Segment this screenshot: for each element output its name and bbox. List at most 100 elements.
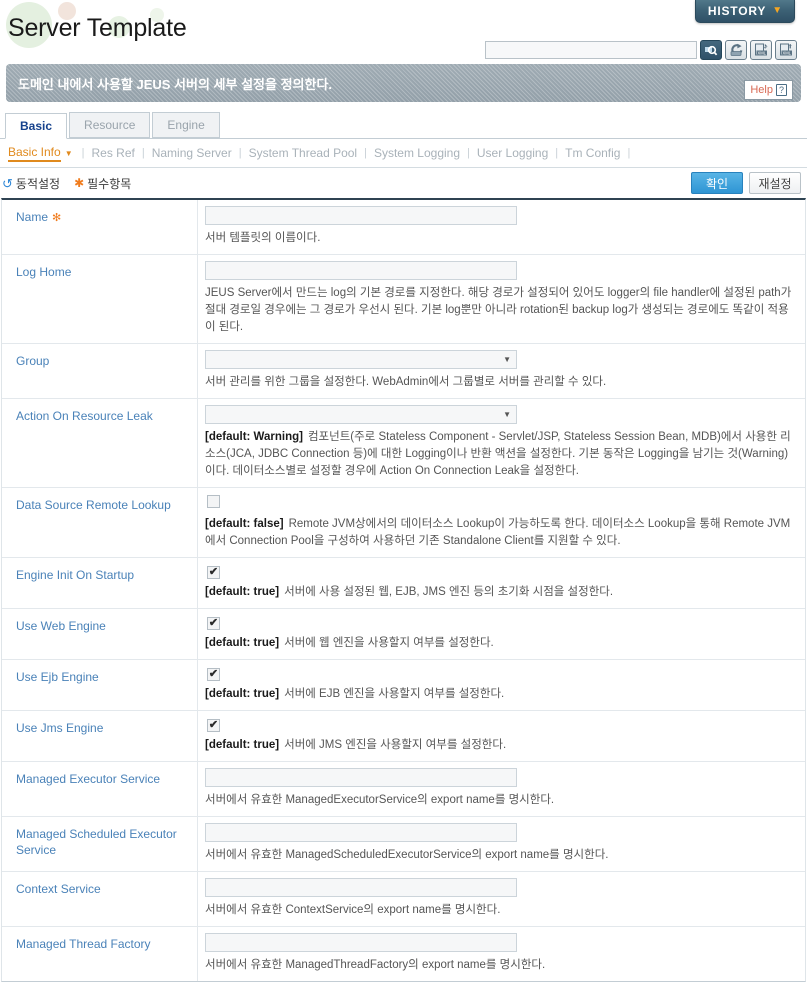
field-description-text: 서버에서 유효한 ManagedScheduledExecutorService… [205, 849, 609, 861]
field-cell: JEUS Server에서 만드는 log의 기본 경로를 지정한다. 해당 경… [198, 255, 805, 343]
asterisk-icon: ✱ [74, 176, 85, 190]
select-group[interactable]: ▼ [205, 350, 517, 369]
field-description-text: 서버에 웹 엔진을 사용할지 여부를 설정한다. [284, 637, 494, 649]
history-button[interactable]: HISTORY ▼ [695, 0, 795, 23]
toolbar: XML XML [485, 40, 797, 60]
subtab-separator: | [467, 147, 470, 159]
subtab-system-thread-pool[interactable]: System Thread Pool [249, 146, 358, 160]
field-default-value: [default: true] [205, 586, 280, 598]
field-label-engine-init-on-startup: Engine Init On Startup [2, 558, 198, 608]
field-label-text: Action On Resource Leak [16, 409, 153, 423]
input-name[interactable] [205, 206, 517, 225]
history-button-label: HISTORY [707, 4, 767, 18]
field-label-use-jms-engine: Use Jms Engine [2, 711, 198, 761]
field-cell: 서버에서 유효한 ManagedExecutorService의 export … [198, 762, 805, 816]
help-button[interactable]: Help ? [744, 80, 793, 100]
field-description: JEUS Server에서 만드는 log의 기본 경로를 지정한다. 해당 경… [205, 285, 795, 336]
checkbox-use-ejb-engine[interactable]: ✔ [207, 668, 220, 681]
field-description-text: Remote JVM상에서의 데이터소스 Lookup이 가능하도록 한다. 데… [205, 518, 791, 547]
reset-button[interactable]: 재설정 [749, 172, 801, 194]
xml-import-button[interactable]: XML [750, 40, 772, 60]
reload-icon [729, 43, 744, 57]
tab-basic[interactable]: Basic [5, 113, 68, 139]
checkbox-engine-init-on-startup[interactable]: ✔ [207, 566, 220, 579]
chevron-down-icon: ▼ [503, 355, 511, 364]
form-row: Data Source Remote Lookup [default: false… [2, 488, 805, 558]
field-label-group: Group [2, 344, 198, 398]
subtab-naming-server[interactable]: Naming Server [152, 146, 232, 160]
field-label-text: Engine Init On Startup [16, 568, 135, 582]
xml-import-icon: XML [754, 43, 769, 57]
subtab-basic-info[interactable]: Basic Info [8, 145, 61, 162]
input-managed-thread-factory[interactable] [205, 933, 517, 952]
field-label-name: Name ✻ [2, 200, 198, 254]
tab-resource-label: Resource [84, 118, 136, 132]
form-actions: 확인 재설정 [691, 172, 801, 194]
field-label-text: Use Web Engine [16, 619, 106, 633]
main-tabs: Basic Resource Engine [0, 112, 807, 139]
field-description: [default: true] 서버에 JMS 엔진을 사용할지 여부를 설정한다… [205, 737, 795, 754]
tab-engine[interactable]: Engine [152, 112, 220, 138]
field-label-managed-thread-factory: Managed Thread Factory [2, 927, 198, 981]
search-input[interactable] [485, 41, 697, 59]
legend-required-label: 필수항목 [87, 176, 132, 191]
field-description: 서버에서 유효한 ManagedThreadFactory의 export na… [205, 957, 795, 974]
settings-form-table: Name ✻ 서버 템플릿의 이름이다. Log Home JEUS Server에서 … [1, 198, 806, 982]
field-description: 서버 템플릿의 이름이다. [205, 230, 795, 247]
field-label-use-ejb-engine: Use Ejb Engine [2, 660, 198, 710]
field-description-text: 서버 템플릿의 이름이다. [205, 232, 321, 244]
field-label-context-service: Context Service [2, 872, 198, 926]
field-cell: ✔ [default: true] 서버에 JMS 엔진을 사용할지 여부를 설정한… [198, 711, 805, 761]
check-icon: ✔ [208, 719, 219, 731]
field-cell: ▼ [default: Warning] 컴포넌트(주로 Stateless Com… [198, 399, 805, 487]
subtab-system-logging[interactable]: System Logging [374, 146, 460, 160]
field-label-text: Managed Scheduled Executor Service [16, 827, 177, 857]
form-row: Action On Resource Leak ▼ [default: Warnin… [2, 399, 805, 488]
legend-dynamic-label: 동적설정 [15, 176, 61, 191]
subtab-user-logging[interactable]: User Logging [477, 146, 548, 160]
description-banner-wrapper: 도메인 내에서 사용할 JEUS 서버의 세부 설정을 정의한다. Help ? [0, 62, 807, 102]
checkbox-data-source-remote-lookup[interactable] [207, 495, 220, 508]
field-cell: ✔ [default: true] 서버에 EJB 엔진을 사용할지 여부를 설정한… [198, 660, 805, 710]
field-label-text: Context Service [16, 882, 101, 896]
field-description: [default: false] Remote JVM상에서의 데이터소스 Loo… [205, 516, 795, 550]
field-description-text: 서버에 EJB 엔진을 사용할지 여부를 설정한다. [284, 688, 505, 700]
input-log-home[interactable] [205, 261, 517, 280]
reload-button[interactable] [725, 40, 747, 60]
field-label-text: Group [16, 354, 50, 368]
tab-basic-label: Basic [20, 119, 53, 133]
field-description: 서버 관리를 위한 그룹을 설정한다. WebAdmin에서 그룹별로 서버를 … [205, 374, 795, 391]
search-icon [704, 43, 718, 57]
tab-resource[interactable]: Resource [69, 112, 151, 138]
form-row: Name ✻ 서버 템플릿의 이름이다. [2, 200, 805, 255]
checkbox-use-jms-engine[interactable]: ✔ [207, 719, 220, 732]
select-action-on-resource-leak[interactable]: ▼ [205, 405, 517, 424]
input-context-service[interactable] [205, 878, 517, 897]
description-banner: 도메인 내에서 사용할 JEUS 서버의 세부 설정을 정의한다. Help ? [6, 64, 801, 102]
legend-dynamic-setting: ↺ 동적설정 [2, 175, 60, 192]
confirm-button[interactable]: 확인 [691, 172, 743, 194]
field-label-use-web-engine: Use Web Engine [2, 609, 198, 659]
search-button[interactable] [700, 40, 722, 60]
input-managed-executor-service[interactable] [205, 768, 517, 787]
xml-export-button[interactable]: XML [775, 40, 797, 60]
refresh-icon: ↺ [2, 175, 13, 191]
check-icon: ✔ [208, 617, 219, 629]
field-label-text: Managed Thread Factory [16, 937, 151, 951]
subtab-tm-config[interactable]: Tm Config [565, 146, 620, 160]
checkbox-use-web-engine[interactable]: ✔ [207, 617, 220, 630]
field-description: [default: true] 서버에 EJB 엔진을 사용할지 여부를 설정한다… [205, 686, 795, 703]
field-cell: [default: false] Remote JVM상에서의 데이터소스 Loo… [198, 488, 805, 557]
input-managed-scheduled-executor-service[interactable] [205, 823, 517, 842]
form-row: Use Web Engine ✔ [default: true] 서버에 웹 엔진을 … [2, 609, 805, 660]
field-default-value: [default: false] [205, 518, 284, 530]
field-label-text: Use Ejb Engine [16, 670, 99, 684]
subtab-separator: | [238, 147, 242, 159]
chevron-down-icon: ▼ [772, 5, 783, 16]
field-description-text: 서버에서 유효한 ContextService의 export name를 명시… [205, 904, 501, 916]
subtab-res-ref[interactable]: Res Ref [91, 146, 134, 160]
chevron-down-icon[interactable]: ▼ [65, 149, 73, 158]
required-asterisk-icon: ✻ [52, 212, 62, 224]
field-default-value: [default: true] [205, 688, 280, 700]
field-default-value: [default: Warning] [205, 431, 303, 443]
